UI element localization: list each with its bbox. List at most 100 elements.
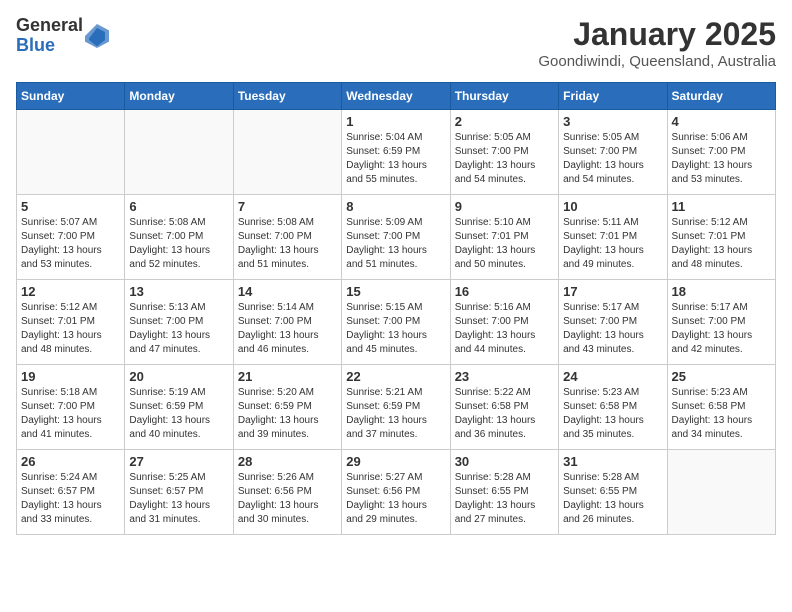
day-info: Sunrise: 5:26 AM Sunset: 6:56 PM Dayligh… (238, 471, 337, 527)
calendar-cell: 11Sunrise: 5:12 AM Sunset: 7:01 PM Dayli… (667, 195, 775, 280)
logo-icon (85, 24, 109, 48)
day-info: Sunrise: 5:12 AM Sunset: 7:01 PM Dayligh… (21, 301, 120, 357)
calendar-cell (233, 110, 341, 195)
calendar-cell: 21Sunrise: 5:20 AM Sunset: 6:59 PM Dayli… (233, 365, 341, 450)
weekday-header: Sunday (17, 83, 125, 110)
day-info: Sunrise: 5:21 AM Sunset: 6:59 PM Dayligh… (346, 386, 445, 442)
day-info: Sunrise: 5:28 AM Sunset: 6:55 PM Dayligh… (455, 471, 554, 527)
calendar-cell: 27Sunrise: 5:25 AM Sunset: 6:57 PM Dayli… (125, 450, 233, 535)
day-number: 1 (346, 114, 445, 129)
calendar-header: SundayMondayTuesdayWednesdayThursdayFrid… (17, 83, 776, 110)
day-info: Sunrise: 5:17 AM Sunset: 7:00 PM Dayligh… (563, 301, 662, 357)
calendar-cell: 19Sunrise: 5:18 AM Sunset: 7:00 PM Dayli… (17, 365, 125, 450)
calendar-cell: 24 Sunrise: 5:23 AM Sunset: 6:58 PM Dayli… (559, 365, 667, 450)
day-info: Sunrise: 5:24 AM Sunset: 6:57 PM Dayligh… (21, 471, 120, 527)
day-info: Sunrise: 5:12 AM Sunset: 7:01 PM Dayligh… (672, 216, 771, 272)
calendar-week-row: 5Sunrise: 5:07 AM Sunset: 7:00 PM Daylig… (17, 195, 776, 280)
calendar-cell: 17 Sunrise: 5:17 AM Sunset: 7:00 PM Dayli… (559, 280, 667, 365)
day-number: 3 (563, 114, 662, 129)
calendar-cell: 20 Sunrise: 5:19 AM Sunset: 6:59 PM Dayli… (125, 365, 233, 450)
weekday-header: Wednesday (342, 83, 450, 110)
day-info: Sunrise: 5:22 AM Sunset: 6:58 PM Dayligh… (455, 386, 554, 442)
day-number: 31 (563, 454, 662, 469)
day-number: 7 (238, 199, 337, 214)
day-number: 27 (129, 454, 228, 469)
calendar-cell: 29 Sunrise: 5:27 AM Sunset: 6:56 PM Dayli… (342, 450, 450, 535)
day-number: 8 (346, 199, 445, 214)
day-number: 4 (672, 114, 771, 129)
day-number: 9 (455, 199, 554, 214)
day-number: 20 (129, 369, 228, 384)
day-info: Sunrise: 5:28 AM Sunset: 6:55 PM Dayligh… (563, 471, 662, 527)
calendar-body: 1 Sunrise: 5:04 AM Sunset: 6:59 PM Daylig… (17, 110, 776, 535)
day-number: 29 (346, 454, 445, 469)
day-number: 12 (21, 284, 120, 299)
day-number: 13 (129, 284, 228, 299)
page-header: General Blue January 2025 Goondiwindi, Q… (16, 16, 776, 70)
weekday-header: Monday (125, 83, 233, 110)
day-number: 23 (455, 369, 554, 384)
weekday-header: Thursday (450, 83, 558, 110)
calendar-cell: 8 Sunrise: 5:09 AM Sunset: 7:00 PM Daylig… (342, 195, 450, 280)
day-info: Sunrise: 5:09 AM Sunset: 7:00 PM Dayligh… (346, 216, 445, 272)
day-number: 30 (455, 454, 554, 469)
calendar-cell: 6Sunrise: 5:08 AM Sunset: 7:00 PM Daylig… (125, 195, 233, 280)
day-info: Sunrise: 5:27 AM Sunset: 6:56 PM Dayligh… (346, 471, 445, 527)
calendar-cell: 3 Sunrise: 5:05 AM Sunset: 7:00 PM Daylig… (559, 110, 667, 195)
calendar-week-row: 19Sunrise: 5:18 AM Sunset: 7:00 PM Dayli… (17, 365, 776, 450)
day-number: 28 (238, 454, 337, 469)
logo-general-text: General (16, 16, 83, 36)
calendar-cell: 9 Sunrise: 5:10 AM Sunset: 7:01 PM Daylig… (450, 195, 558, 280)
calendar-cell: 25Sunrise: 5:23 AM Sunset: 6:58 PM Dayli… (667, 365, 775, 450)
day-info: Sunrise: 5:04 AM Sunset: 6:59 PM Dayligh… (346, 131, 445, 187)
day-info: Sunrise: 5:19 AM Sunset: 6:59 PM Dayligh… (129, 386, 228, 442)
calendar-cell: 31 Sunrise: 5:28 AM Sunset: 6:55 PM Dayli… (559, 450, 667, 535)
day-number: 15 (346, 284, 445, 299)
calendar-cell: 26 Sunrise: 5:24 AM Sunset: 6:57 PM Dayli… (17, 450, 125, 535)
calendar-cell: 10 Sunrise: 5:11 AM Sunset: 7:01 PM Dayli… (559, 195, 667, 280)
day-info: Sunrise: 5:10 AM Sunset: 7:01 PM Dayligh… (455, 216, 554, 272)
day-number: 25 (672, 369, 771, 384)
calendar-cell: 12 Sunrise: 5:12 AM Sunset: 7:01 PM Dayli… (17, 280, 125, 365)
weekday-header: Saturday (667, 83, 775, 110)
weekday-header: Friday (559, 83, 667, 110)
day-number: 2 (455, 114, 554, 129)
day-number: 14 (238, 284, 337, 299)
calendar-cell (667, 450, 775, 535)
day-number: 17 (563, 284, 662, 299)
calendar-cell: 1 Sunrise: 5:04 AM Sunset: 6:59 PM Daylig… (342, 110, 450, 195)
calendar-cell: 23 Sunrise: 5:22 AM Sunset: 6:58 PM Dayli… (450, 365, 558, 450)
calendar-week-row: 26 Sunrise: 5:24 AM Sunset: 6:57 PM Dayli… (17, 450, 776, 535)
day-info: Sunrise: 5:07 AM Sunset: 7:00 PM Dayligh… (21, 216, 120, 272)
day-info: Sunrise: 5:14 AM Sunset: 7:00 PM Dayligh… (238, 301, 337, 357)
day-number: 26 (21, 454, 120, 469)
day-info: Sunrise: 5:05 AM Sunset: 7:00 PM Dayligh… (563, 131, 662, 187)
calendar-cell: 2 Sunrise: 5:05 AM Sunset: 7:00 PM Daylig… (450, 110, 558, 195)
day-info: Sunrise: 5:15 AM Sunset: 7:00 PM Dayligh… (346, 301, 445, 357)
day-info: Sunrise: 5:18 AM Sunset: 7:00 PM Dayligh… (21, 386, 120, 442)
calendar-cell: 13 Sunrise: 5:13 AM Sunset: 7:00 PM Dayli… (125, 280, 233, 365)
calendar-cell: 5Sunrise: 5:07 AM Sunset: 7:00 PM Daylig… (17, 195, 125, 280)
day-info: Sunrise: 5:13 AM Sunset: 7:00 PM Dayligh… (129, 301, 228, 357)
day-info: Sunrise: 5:05 AM Sunset: 7:00 PM Dayligh… (455, 131, 554, 187)
day-number: 24 (563, 369, 662, 384)
day-number: 6 (129, 199, 228, 214)
calendar-cell (17, 110, 125, 195)
calendar-cell: 22 Sunrise: 5:21 AM Sunset: 6:59 PM Dayli… (342, 365, 450, 450)
day-number: 10 (563, 199, 662, 214)
calendar-cell: 16Sunrise: 5:16 AM Sunset: 7:00 PM Dayli… (450, 280, 558, 365)
day-info: Sunrise: 5:23 AM Sunset: 6:58 PM Dayligh… (563, 386, 662, 442)
calendar-cell: 15 Sunrise: 5:15 AM Sunset: 7:00 PM Dayli… (342, 280, 450, 365)
calendar-title: January 2025 (538, 16, 776, 53)
calendar-cell: 28 Sunrise: 5:26 AM Sunset: 6:56 PM Dayli… (233, 450, 341, 535)
day-info: Sunrise: 5:11 AM Sunset: 7:01 PM Dayligh… (563, 216, 662, 272)
calendar-cell: 4 Sunrise: 5:06 AM Sunset: 7:00 PM Daylig… (667, 110, 775, 195)
calendar-table: SundayMondayTuesdayWednesdayThursdayFrid… (16, 82, 776, 535)
day-number: 22 (346, 369, 445, 384)
day-info: Sunrise: 5:17 AM Sunset: 7:00 PM Dayligh… (672, 301, 771, 357)
day-info: Sunrise: 5:06 AM Sunset: 7:00 PM Dayligh… (672, 131, 771, 187)
calendar-week-row: 12 Sunrise: 5:12 AM Sunset: 7:01 PM Dayli… (17, 280, 776, 365)
calendar-cell: 18Sunrise: 5:17 AM Sunset: 7:00 PM Dayli… (667, 280, 775, 365)
calendar-cell (125, 110, 233, 195)
weekday-header: Tuesday (233, 83, 341, 110)
